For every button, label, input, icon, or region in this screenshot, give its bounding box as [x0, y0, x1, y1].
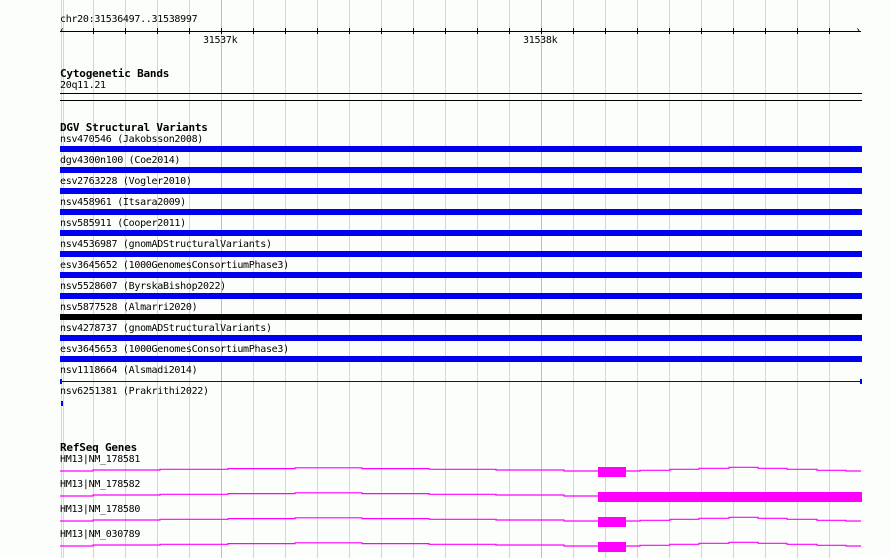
intron-line — [60, 492, 598, 497]
intron-line — [60, 517, 598, 522]
intron-line — [626, 466, 861, 472]
exon[interactable] — [598, 542, 626, 552]
intron-line — [60, 542, 598, 547]
intron-line — [626, 516, 861, 522]
exon[interactable] — [598, 517, 626, 527]
exon[interactable] — [598, 492, 862, 502]
intron-line — [60, 467, 598, 472]
intron-line — [626, 541, 861, 547]
gene-models — [60, 466, 862, 552]
exon[interactable] — [598, 467, 626, 477]
